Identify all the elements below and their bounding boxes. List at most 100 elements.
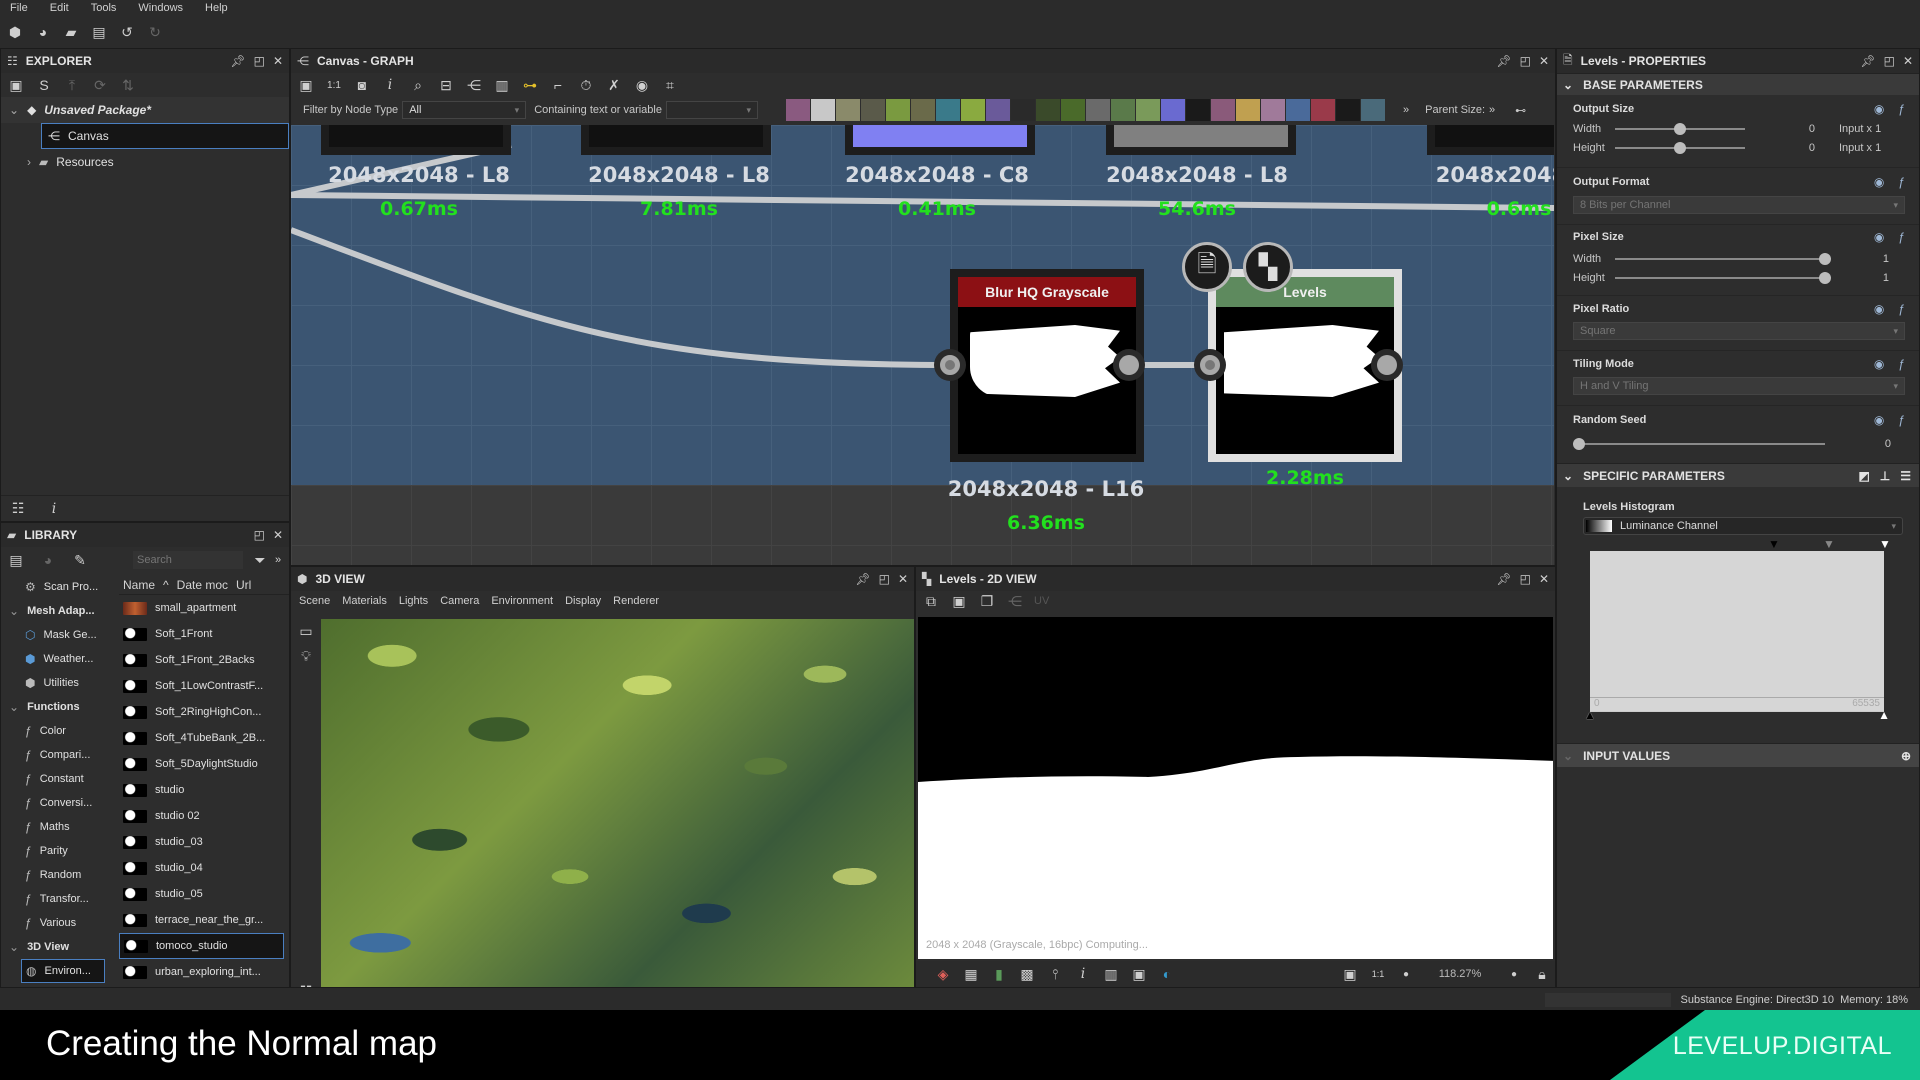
tiling-mode-select[interactable]: H and V Tiling bbox=[1573, 377, 1905, 395]
atomic-node-button[interactable] bbox=[1310, 99, 1335, 121]
output-low-handle[interactable]: ▲ bbox=[1584, 708, 1596, 722]
atomic-node-button[interactable] bbox=[885, 99, 910, 121]
save-all-icon[interactable]: ▤ bbox=[90, 23, 108, 41]
library-file-item[interactable]: Soft_1LowContrastF... bbox=[119, 673, 284, 699]
channel-select[interactable]: Luminance Channel bbox=[1583, 517, 1903, 535]
library-file-item[interactable]: Soft_1Front bbox=[119, 621, 284, 647]
uv-label[interactable]: UV bbox=[1034, 595, 1049, 607]
more-icon[interactable]: » bbox=[1489, 104, 1495, 116]
column-name[interactable]: Name bbox=[123, 578, 155, 592]
function-icon[interactable]: ƒ bbox=[1898, 413, 1905, 427]
slider-knob[interactable] bbox=[1819, 271, 1831, 284]
output-high-handle[interactable]: ▲ bbox=[1878, 708, 1890, 722]
chevron-down-icon[interactable]: ⌄ bbox=[9, 940, 19, 954]
function-icon[interactable]: ƒ bbox=[1898, 102, 1905, 116]
library-tree-item[interactable]: ƒ Compari... bbox=[1, 743, 109, 767]
atomic-node-button[interactable] bbox=[860, 99, 885, 121]
pixel-ratio-select[interactable]: Square bbox=[1573, 322, 1905, 340]
zoom-1-1-icon[interactable]: 1:1 bbox=[325, 76, 343, 94]
3d-menu-renderer[interactable]: Renderer bbox=[613, 595, 659, 607]
menu-help[interactable]: Help bbox=[205, 2, 228, 14]
chevron-right-icon[interactable]: › bbox=[27, 155, 31, 169]
3d-menu-lights[interactable]: Lights bbox=[399, 595, 428, 607]
slider-value[interactable]: 0 bbox=[1745, 142, 1815, 154]
atomic-node-button[interactable] bbox=[1160, 99, 1185, 121]
slider-knob[interactable] bbox=[1674, 122, 1686, 135]
atomic-node-button[interactable] bbox=[1135, 99, 1160, 121]
column-date[interactable]: Date moc bbox=[177, 578, 228, 592]
library-file-item[interactable]: urban_exploring_int... bbox=[119, 959, 284, 985]
atomic-node-button[interactable] bbox=[1110, 99, 1135, 121]
input-values-section[interactable]: ⌄ INPUT VALUES ⊕ bbox=[1557, 743, 1919, 767]
low-level-handle[interactable]: ▼ bbox=[1768, 537, 1780, 551]
export-icon[interactable]: ⤒ bbox=[63, 76, 81, 94]
library-file-item[interactable]: small_apartment bbox=[119, 595, 284, 621]
atomic-node-button[interactable] bbox=[835, 99, 860, 121]
atomic-node-button[interactable] bbox=[1335, 99, 1360, 121]
menu-windows[interactable]: Windows bbox=[138, 2, 183, 14]
explorer-item-resources[interactable]: › ▰ Resources bbox=[1, 149, 289, 175]
node-toggle-icon[interactable]: ⊷ bbox=[1515, 104, 1526, 117]
2d-viewport[interactable]: 2048 x 2048 (Grayscale, 16bpc) Computing… bbox=[918, 617, 1553, 959]
input-port[interactable] bbox=[1194, 349, 1226, 381]
atomic-node-button[interactable] bbox=[1235, 99, 1260, 121]
frame-all-icon[interactable]: ▣ bbox=[297, 76, 315, 94]
channels-icon[interactable]: ◐ bbox=[1158, 965, 1176, 983]
function-icon[interactable]: ƒ bbox=[1898, 302, 1905, 316]
library-file-item[interactable]: studio_05 bbox=[119, 881, 284, 907]
3d-menu-environment[interactable]: Environment bbox=[491, 595, 553, 607]
library-tree-item[interactable]: ƒ Constant bbox=[1, 767, 109, 791]
3d-menu-camera[interactable]: Camera bbox=[440, 595, 479, 607]
inheritance-icon[interactable]: ◉ bbox=[1874, 413, 1884, 427]
float-icon[interactable]: ◰ bbox=[254, 54, 265, 68]
float-icon[interactable]: ◰ bbox=[1520, 54, 1531, 68]
input-port[interactable] bbox=[934, 349, 966, 381]
library-tree-item[interactable]: ⌄ Functions bbox=[1, 695, 109, 719]
output-height-slider[interactable]: Height 0 Input x 1 bbox=[1573, 138, 1905, 157]
align-icon[interactable]: ⊟ bbox=[437, 76, 455, 94]
menu-file[interactable]: File bbox=[10, 2, 28, 14]
atomic-node-button[interactable] bbox=[1260, 99, 1285, 121]
atomic-node-button[interactable] bbox=[1060, 99, 1085, 121]
close-icon[interactable]: ✕ bbox=[898, 572, 908, 586]
library-tree-item[interactable]: ◍ Environ... bbox=[21, 959, 105, 983]
graph-node[interactable] bbox=[321, 125, 511, 155]
3d-menu-materials[interactable]: Materials bbox=[342, 595, 387, 607]
graph-node[interactable] bbox=[581, 125, 771, 155]
library-file-item[interactable]: studio_04 bbox=[119, 855, 284, 881]
library-file-item[interactable]: studio_03 bbox=[119, 829, 284, 855]
close-icon[interactable]: ✕ bbox=[1539, 54, 1549, 68]
random-seed-slider[interactable]: 0 bbox=[1573, 434, 1905, 453]
open-folder-icon[interactable]: ▰ bbox=[62, 23, 80, 41]
zoom-level[interactable]: 118.27% bbox=[1425, 968, 1495, 980]
camera-icon[interactable]: ◙ bbox=[353, 76, 371, 94]
atomic-node-button[interactable] bbox=[1210, 99, 1235, 121]
zoom-out-icon[interactable]: ● bbox=[1397, 965, 1415, 983]
function-icon[interactable]: ƒ bbox=[1898, 230, 1905, 244]
float-icon[interactable]: ◰ bbox=[1520, 572, 1531, 586]
library-tree-item[interactable]: ⌄ 3D View bbox=[1, 935, 109, 959]
output-format-select[interactable]: 8 Bits per Channel bbox=[1573, 196, 1905, 214]
graph-node[interactable] bbox=[1106, 125, 1296, 155]
3d-menu-display[interactable]: Display bbox=[565, 595, 601, 607]
chevron-down-icon[interactable]: ⌄ bbox=[9, 604, 19, 618]
histogram-icon[interactable]: ▥ bbox=[1102, 965, 1120, 983]
graph-layout-icon[interactable]: ⋲ bbox=[465, 76, 483, 94]
add-icon[interactable]: ⊕ bbox=[1901, 749, 1911, 763]
function-icon[interactable]: ƒ bbox=[1898, 175, 1905, 189]
reload-icon[interactable]: ⟳ bbox=[91, 76, 109, 94]
relocate-icon[interactable]: ⇅ bbox=[119, 76, 137, 94]
publish-icon[interactable]: S bbox=[35, 76, 53, 94]
3d-menu-scene[interactable]: Scene bbox=[299, 595, 330, 607]
output-port[interactable] bbox=[1113, 349, 1145, 381]
pixel-width-slider[interactable]: Width 1 bbox=[1573, 249, 1905, 268]
function-icon[interactable]: ƒ bbox=[1898, 357, 1905, 371]
settings-sliders-icon[interactable]: ☰ bbox=[1900, 469, 1911, 483]
more-icon[interactable]: » bbox=[269, 551, 287, 569]
atomic-node-button[interactable] bbox=[1185, 99, 1210, 121]
layers-icon[interactable]: ◈ bbox=[934, 965, 952, 983]
float-icon[interactable]: ◰ bbox=[1884, 54, 1895, 68]
float-icon[interactable]: ◰ bbox=[254, 528, 265, 542]
inheritance-icon[interactable]: ◉ bbox=[1874, 230, 1884, 244]
inheritance-icon[interactable]: ◉ bbox=[1874, 175, 1884, 189]
